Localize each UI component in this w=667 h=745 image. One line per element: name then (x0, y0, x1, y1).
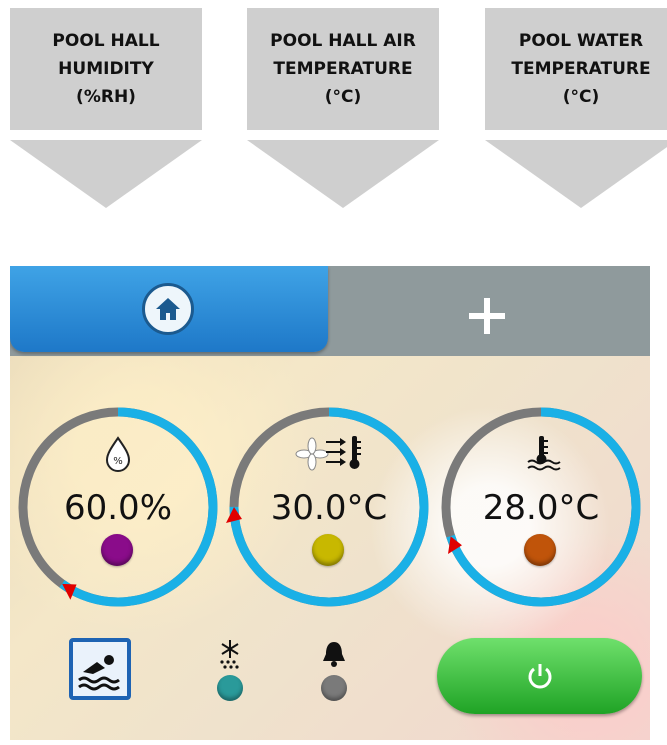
snowflake-icon (220, 640, 239, 669)
home-button[interactable] (142, 283, 194, 335)
callout-box: POOL HALL AIR TEMPERATURE (°C) (247, 8, 439, 130)
power-button[interactable] (437, 638, 642, 714)
callout-label: POOL HALL HUMIDITY (%RH) (52, 31, 160, 107)
power-icon (528, 664, 551, 689)
pool-mode-button[interactable] (69, 638, 131, 700)
air-temperature-indicator (312, 534, 344, 566)
svg-text:%: % (113, 456, 123, 467)
callout-humidity: POOL HALL HUMIDITY (%RH) (10, 8, 202, 208)
home-icon (156, 298, 180, 320)
controller-screen: % 60.0% 30.0°C 28.0°C (10, 266, 650, 740)
humidity-drop-icon: % (15, 432, 221, 472)
home-tab[interactable] (10, 266, 328, 352)
fan-thermometer-icon (226, 432, 432, 472)
top-bar (10, 266, 650, 356)
humidity-indicator (101, 534, 133, 566)
callout-arrow (10, 140, 202, 208)
callout-arrow (485, 140, 667, 208)
water-temperature-value: 28.0°C (482, 488, 600, 528)
callout-water-temperature: POOL WATER TEMPERATURE (°C) (485, 8, 667, 208)
air-temperature-gauge[interactable]: 30.0°C (226, 404, 432, 610)
callout-label: POOL HALL AIR TEMPERATURE (°C) (270, 31, 416, 107)
water-temperature-gauge[interactable]: 28.0°C (438, 404, 644, 610)
swimmer-icon (78, 655, 120, 691)
water-temperature-indicator (524, 534, 556, 566)
humidity-gauge[interactable]: % 60.0% (15, 404, 221, 610)
bell-icon (323, 642, 345, 667)
air-temperature-value: 30.0°C (270, 488, 388, 528)
plus-icon[interactable] (465, 294, 509, 338)
alarm-indicator (321, 675, 347, 701)
callout-label: POOL WATER TEMPERATURE (°C) (511, 31, 651, 107)
humidity-value: 60.0% (63, 488, 172, 528)
callout-arrow (247, 140, 439, 208)
callout-box: POOL WATER TEMPERATURE (°C) (485, 8, 667, 130)
cooling-indicator (217, 675, 243, 701)
water-thermometer-icon (438, 432, 644, 472)
callout-air-temperature: POOL HALL AIR TEMPERATURE (°C) (247, 8, 439, 208)
callout-box: POOL HALL HUMIDITY (%RH) (10, 8, 202, 130)
